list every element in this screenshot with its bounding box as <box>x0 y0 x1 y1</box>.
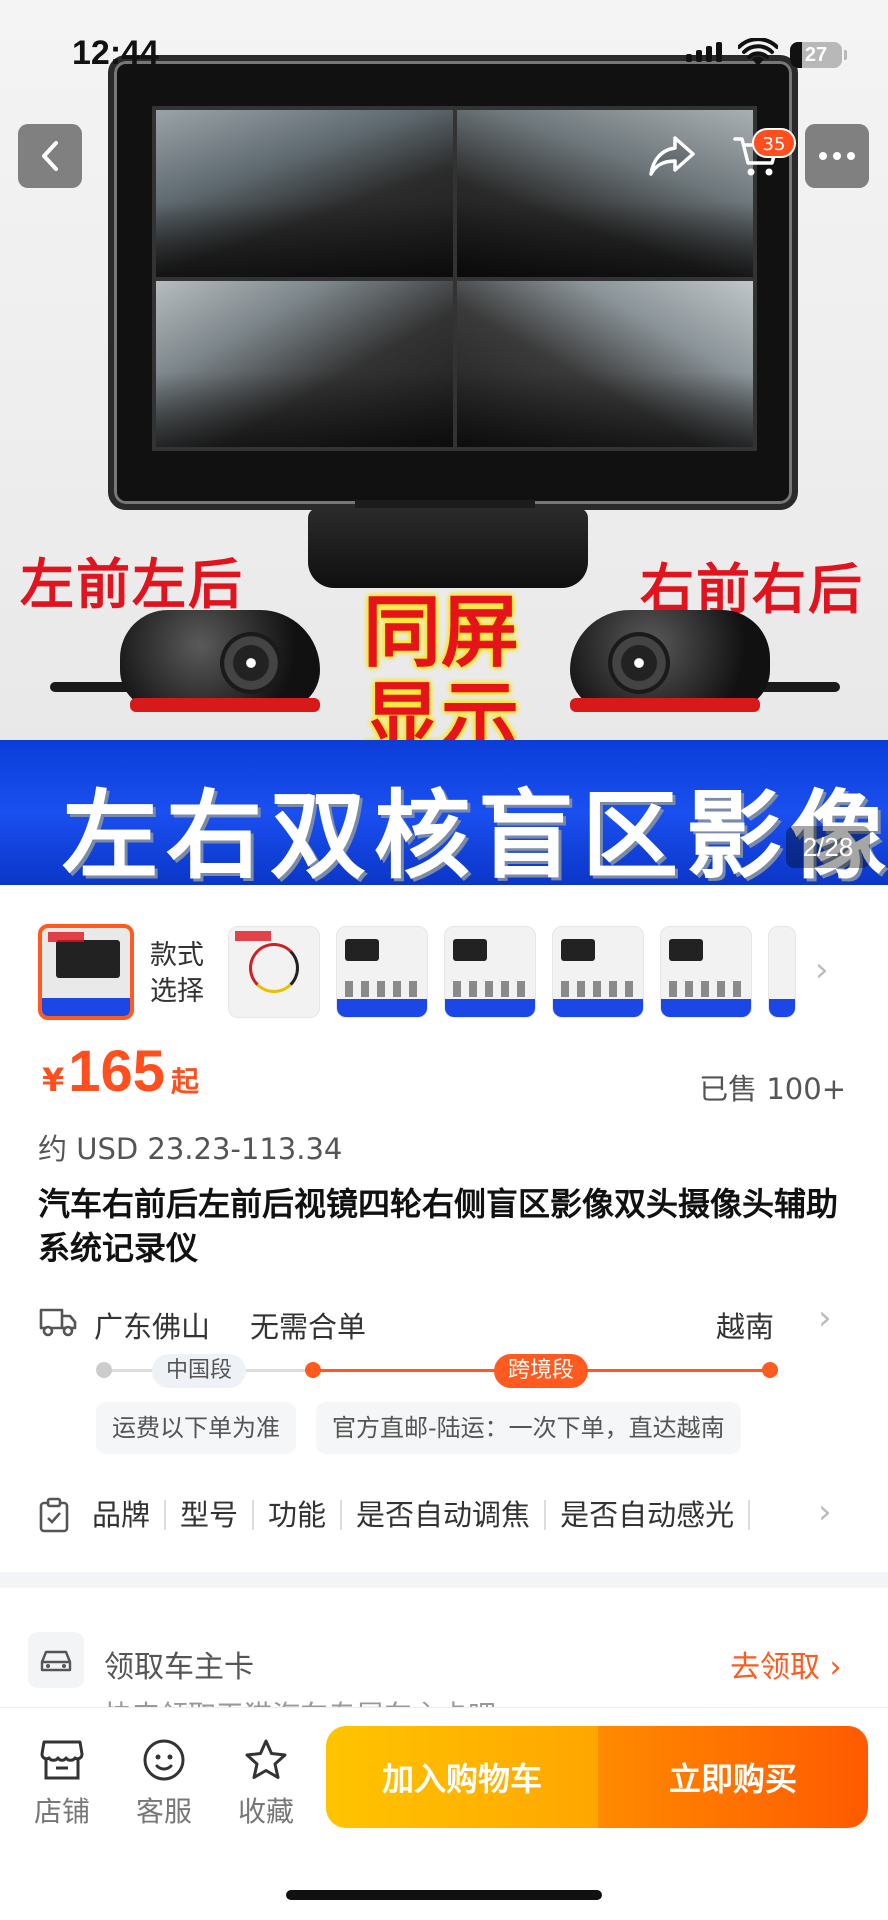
status-bar: 12:44 27 <box>0 0 888 110</box>
variant-thumb[interactable] <box>444 926 536 1018</box>
wifi-icon <box>738 38 778 66</box>
star-icon <box>245 1739 287 1779</box>
more-icon <box>819 152 855 160</box>
variant-thumb[interactable] <box>336 926 428 1018</box>
camera-view-front-right <box>456 110 753 277</box>
gallery-page-indicator: 2/28 <box>786 826 870 868</box>
ship-no-combine: 无需合单 <box>250 1310 367 1344</box>
hero-center-label: 同屏 显示 <box>356 590 526 762</box>
favorite-button[interactable]: 收藏 <box>226 1734 306 1830</box>
buy-now-button[interactable]: 立即购买 <box>598 1726 868 1828</box>
owner-card-get-link[interactable]: 去领取 › <box>730 1642 842 1686</box>
attribute-label: 是否自动调焦 <box>342 1500 547 1530</box>
owner-card-label: 领取车主卡 <box>104 1650 254 1685</box>
more-button[interactable] <box>805 124 869 188</box>
shop-label: 店铺 <box>33 1795 90 1828</box>
service-icon <box>143 1739 185 1781</box>
chevron-right-icon[interactable]: › <box>815 950 829 990</box>
attributes-row[interactable]: 品牌 型号 功能 是否自动调焦 是否自动感光 › <box>38 1490 850 1540</box>
right-camera-image <box>570 610 840 715</box>
camera-view-rear-right <box>456 280 753 447</box>
ship-destination: 越南 <box>716 1310 775 1344</box>
sold-count: 已售 100+ <box>699 1072 846 1106</box>
product-title: 汽车右前后左前后视镜四轮右侧盲区影像双头摄像头辅助系统记录仪 <box>38 1185 839 1267</box>
add-to-cart-button[interactable]: 加入购物车 <box>326 1726 598 1828</box>
service-label: 客服 <box>135 1795 192 1828</box>
price-suffix: 起 <box>171 1065 200 1098</box>
usd-price: 约 USD 23.23-113.34 <box>38 1132 343 1166</box>
cart-count-badge: 35 <box>752 128 796 158</box>
attribute-label: 品牌 <box>92 1500 167 1530</box>
attribute-label: 型号 <box>166 1500 255 1530</box>
hero-left-label: 左前左后 <box>20 553 244 616</box>
price: ¥ 165 起 <box>42 1038 199 1105</box>
shipping-fee-note: 运费以下单为准 <box>96 1402 296 1454</box>
section-divider <box>0 1572 888 1588</box>
chevron-right-icon: › <box>818 1298 832 1338</box>
variant-thumb[interactable] <box>228 926 320 1018</box>
shop-button[interactable]: 店铺 <box>22 1734 102 1830</box>
hero-banner-text: 左右双核盲区影像 <box>62 780 888 885</box>
owner-card-section[interactable]: 领取车主卡 去领取 › 快来领取天猫汽车专属车主卡吧 <box>0 1610 888 1710</box>
variant-thumb[interactable] <box>768 926 796 1018</box>
variant-thumb[interactable] <box>552 926 644 1018</box>
shop-icon <box>40 1740 84 1780</box>
back-button[interactable] <box>18 124 82 188</box>
bottom-action-bar: 店铺 客服 收藏 加入购物车 立即购买 <box>0 1707 888 1920</box>
share-icon <box>649 136 695 176</box>
car-icon <box>28 1632 84 1688</box>
price-amount: 165 <box>68 1039 166 1104</box>
style-select-label[interactable]: 款式 选择 <box>150 938 204 1010</box>
camera-view-rear-left <box>156 280 453 447</box>
status-time: 12:44 <box>72 34 159 72</box>
purchase-buttons: 加入购物车 立即购买 <box>326 1726 868 1828</box>
variant-thumbnails: 款式 选择 › <box>0 920 888 1030</box>
segment-china: 中国段 <box>152 1354 247 1388</box>
attribute-label: 功能 <box>254 1500 343 1530</box>
customer-service-button[interactable]: 客服 <box>124 1734 204 1830</box>
hero-center-line1: 同屏 <box>362 588 519 678</box>
variant-thumb[interactable] <box>660 926 752 1018</box>
camera-view-front-left <box>156 110 453 277</box>
chevron-right-icon: › <box>818 1492 832 1532</box>
ship-origin: 广东佛山 <box>94 1310 211 1344</box>
chevron-left-icon <box>42 141 58 171</box>
shipping-route: 中国段 跨境段 <box>96 1352 778 1392</box>
segment-cross-border: 跨境段 <box>494 1354 589 1388</box>
monitor-stand <box>308 508 588 588</box>
clipboard-icon <box>39 1497 69 1533</box>
battery-indicator: 27 <box>790 42 847 68</box>
price-currency: ¥ <box>42 1061 65 1099</box>
truck-icon <box>39 1308 77 1337</box>
attribute-label: 是否自动感光 <box>546 1500 751 1530</box>
owner-card-action: 去领取 <box>730 1650 820 1685</box>
hero-banner: 左右双核盲区影像 <box>0 740 888 885</box>
home-indicator <box>286 1890 602 1900</box>
shipping-row[interactable]: 广东佛山 无需合单 越南 › <box>38 1298 850 1348</box>
cellular-signal-icon <box>686 42 722 62</box>
shipping-direct-note: 官方直邮-陆运：一次下单，直达越南 <box>316 1402 741 1454</box>
share-button[interactable] <box>640 124 704 188</box>
favorite-label: 收藏 <box>237 1795 294 1828</box>
variant-thumb-selected[interactable] <box>38 924 134 1020</box>
left-camera-image <box>50 610 320 715</box>
